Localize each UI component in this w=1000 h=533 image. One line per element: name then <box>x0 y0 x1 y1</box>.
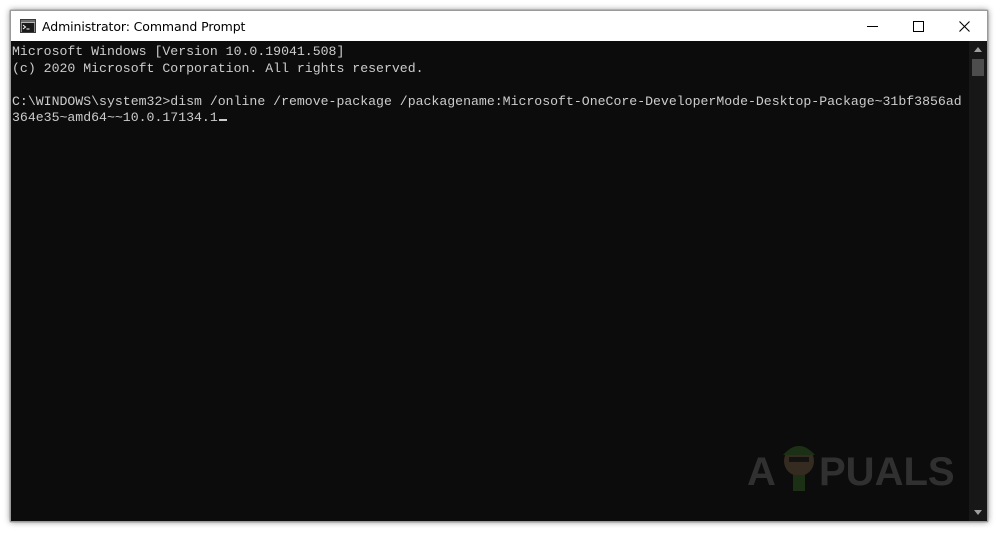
console-input-text: 364e35~amd64~~10.0.17134.1 <box>12 110 218 125</box>
window-controls <box>849 11 987 41</box>
title-bar[interactable]: Administrator: Command Prompt <box>11 11 987 41</box>
text-cursor <box>218 119 227 121</box>
window-title: Administrator: Command Prompt <box>42 18 246 34</box>
scroll-up-button[interactable] <box>969 41 987 58</box>
cmd-app-icon[interactable] <box>20 19 36 33</box>
command-prompt-window: Administrator: Command Prompt Microsoft … <box>10 10 988 522</box>
svg-text:A: A <box>747 450 776 494</box>
scroll-up-arrow-icon <box>974 47 982 52</box>
watermark-text: PUALS <box>819 450 955 494</box>
scrollbar-thumb[interactable] <box>972 59 984 76</box>
console-line: 364e35~amd64~~10.0.17134.1 <box>12 110 969 127</box>
maximize-button[interactable] <box>895 11 941 41</box>
console-line: (c) 2020 Microsoft Corporation. All righ… <box>12 60 424 76</box>
close-icon <box>958 20 970 32</box>
vertical-scrollbar[interactable] <box>969 41 987 521</box>
scroll-down-arrow-icon <box>974 510 982 515</box>
console-line: C:\WINDOWS\system32>dism /online /remove… <box>12 93 962 109</box>
scroll-down-button[interactable] <box>969 504 987 521</box>
maximize-icon <box>912 20 924 32</box>
minimize-button[interactable] <box>849 11 895 41</box>
mascot-icon <box>783 446 815 491</box>
minimize-icon <box>866 25 878 27</box>
console-line: Microsoft Windows [Version 10.0.19041.50… <box>12 44 345 59</box>
close-button[interactable] <box>941 11 987 41</box>
appuals-watermark-logo: A PUALS <box>747 446 955 494</box>
